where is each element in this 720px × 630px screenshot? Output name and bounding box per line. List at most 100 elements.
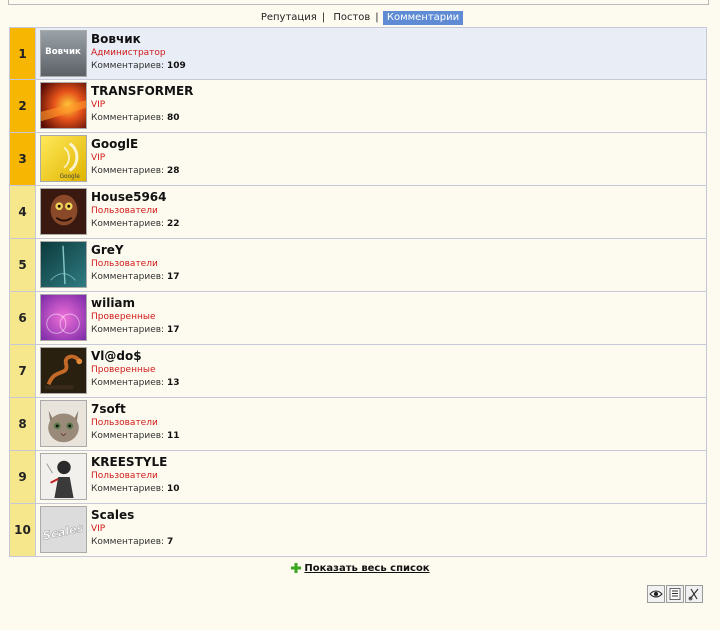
comment-count-label: Комментариев: xyxy=(91,325,165,335)
user-name[interactable]: KREESTYLE xyxy=(91,455,180,470)
comment-count-label: Комментариев: xyxy=(91,378,165,388)
delete-button[interactable] xyxy=(685,585,703,603)
comment-count-value: 109 xyxy=(166,61,186,71)
comment-count-value: 10 xyxy=(166,484,180,494)
avatar-image xyxy=(41,242,86,287)
table-row: 4 House5964 Пользователи Комментариев: 2… xyxy=(10,186,706,239)
user-group: VIP xyxy=(91,524,106,534)
rank-number: 3 xyxy=(10,133,36,185)
table-row: 5 GreY Пользователи Комментариев: 17 xyxy=(10,239,706,292)
user-group: Пользователи xyxy=(91,471,158,481)
comment-count-value: 13 xyxy=(166,378,180,388)
user-name[interactable]: 7soft xyxy=(91,402,180,417)
avatar[interactable]: Scales xyxy=(40,506,87,553)
user-group: Администратор xyxy=(91,48,166,58)
user-group: Пользователи xyxy=(91,206,158,216)
comment-count-label: Комментариев: xyxy=(91,484,165,494)
user-group: VIP xyxy=(91,100,106,110)
avatar-image xyxy=(41,401,86,446)
table-row: 9 KREESTYLE Пользователи Комментариев: 1… xyxy=(10,451,706,504)
user-group: Проверенные xyxy=(91,365,156,375)
user-name[interactable]: wiliam xyxy=(91,296,180,311)
comment-count: Комментариев: 28 xyxy=(91,165,180,178)
comment-count-value: 80 xyxy=(166,113,180,123)
comment-count: Комментариев: 13 xyxy=(91,377,180,390)
user-info: House5964 Пользователи Комментариев: 22 xyxy=(91,190,180,231)
user-name[interactable]: Scales xyxy=(91,508,173,523)
sort-tabs: Репутация | Постов | Комментарии xyxy=(0,11,720,25)
user-info: GooglE VIP Комментариев: 28 xyxy=(91,137,180,178)
comment-count-label: Комментариев: xyxy=(91,537,165,547)
user-info: wiliam Проверенные Комментариев: 17 xyxy=(91,296,180,337)
rank-number: 6 xyxy=(10,292,36,344)
avatar[interactable] xyxy=(40,347,87,394)
user-info: GreY Пользователи Комментариев: 17 xyxy=(91,243,180,284)
avatar-image: Вовчик xyxy=(41,31,86,76)
comment-count-value: 22 xyxy=(166,219,180,229)
user-info: KREESTYLE Пользователи Комментариев: 10 xyxy=(91,455,180,496)
user-group: Пользователи xyxy=(91,259,158,269)
user-info: TRANSFORMER VIP Комментариев: 80 xyxy=(91,84,193,125)
rank-number: 8 xyxy=(10,398,36,450)
comment-count-label: Комментариев: xyxy=(91,272,165,282)
table-row: 3 Google GooglE VIP Комментариев: 28 xyxy=(10,133,706,186)
top-frame xyxy=(8,0,709,5)
comment-count-value: 11 xyxy=(166,431,180,441)
tab-comments[interactable]: Комментарии xyxy=(382,11,464,25)
comment-count-label: Комментариев: xyxy=(91,166,165,176)
rank-number: 10 xyxy=(10,504,36,556)
tab-posts[interactable]: Постов xyxy=(329,11,374,25)
avatar[interactable]: Google xyxy=(40,135,87,182)
user-name[interactable]: Вовчик xyxy=(91,32,186,47)
comment-count-label: Комментариев: xyxy=(91,113,165,123)
scissors-icon xyxy=(688,588,699,601)
comment-count-label: Комментариев: xyxy=(91,431,165,441)
table-row: 1 Вовчик Вовчик Администратор Комментари… xyxy=(10,28,706,80)
avatar[interactable] xyxy=(40,82,87,129)
avatar[interactable] xyxy=(40,294,87,341)
show-all-label: Показать весь список xyxy=(304,562,430,574)
show-all-link[interactable]: Показать весь список xyxy=(290,562,430,574)
user-name[interactable]: GooglE xyxy=(91,137,180,152)
comment-count: Комментариев: 10 xyxy=(91,483,180,496)
rank-number: 7 xyxy=(10,345,36,397)
avatar[interactable] xyxy=(40,241,87,288)
edit-button[interactable] xyxy=(666,585,684,603)
comment-count-value: 17 xyxy=(166,272,180,282)
toolbar xyxy=(647,585,703,603)
view-button[interactable] xyxy=(647,585,665,603)
user-info: Вовчик Администратор Комментариев: 109 xyxy=(91,32,186,73)
plus-icon xyxy=(290,562,302,574)
comment-count-value: 7 xyxy=(166,537,174,547)
comment-count: Комментариев: 7 xyxy=(91,536,173,549)
user-group: VIP xyxy=(91,153,106,163)
table-row: 6 wiliam Проверенные Комментариев: 17 xyxy=(10,292,706,345)
avatar-image xyxy=(41,189,86,234)
avatar[interactable] xyxy=(40,400,87,447)
top-users-table: 1 Вовчик Вовчик Администратор Комментари… xyxy=(9,27,707,557)
table-row: 7 Vl@do$ Проверенные Комментариев: 13 xyxy=(10,345,706,398)
tab-reputation[interactable]: Репутация xyxy=(257,11,321,25)
comment-count-label: Комментариев: xyxy=(91,61,165,71)
comment-count: Комментариев: 11 xyxy=(91,430,180,443)
avatar-image: Google xyxy=(41,136,86,181)
avatar[interactable] xyxy=(40,453,87,500)
user-name[interactable]: TRANSFORMER xyxy=(91,84,193,99)
avatar[interactable] xyxy=(40,188,87,235)
table-row: 8 7soft Пользователи Комментариев: 11 xyxy=(10,398,706,451)
list-icon xyxy=(669,588,681,600)
avatar[interactable]: Вовчик xyxy=(40,30,87,77)
avatar-caption: Вовчик xyxy=(45,47,81,57)
user-name[interactable]: Vl@do$ xyxy=(91,349,180,364)
user-name[interactable]: House5964 xyxy=(91,190,180,205)
user-name[interactable]: GreY xyxy=(91,243,180,258)
rank-number: 9 xyxy=(10,451,36,503)
tab-separator: | xyxy=(321,12,326,23)
comment-count: Комментариев: 109 xyxy=(91,60,186,73)
user-group: Проверенные xyxy=(91,312,156,322)
comment-count: Комментариев: 22 xyxy=(91,218,180,231)
avatar-image: Scales xyxy=(41,507,86,552)
user-info: Scales VIP Комментариев: 7 xyxy=(91,508,173,549)
rank-number: 4 xyxy=(10,186,36,238)
show-all-container: Показать весь список xyxy=(0,562,720,577)
